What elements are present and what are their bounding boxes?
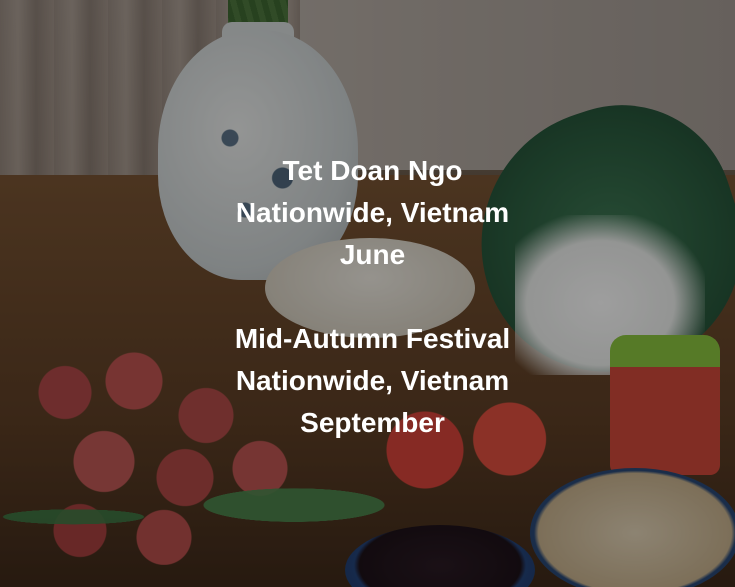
festival-food-photo: Tet Doan Ngo Nationwide, Vietnam June Mi… bbox=[0, 0, 735, 587]
event-month: June bbox=[339, 239, 406, 270]
event-month: September bbox=[300, 407, 445, 438]
event-tet-doan-ngo: Tet Doan Ngo Nationwide, Vietnam June bbox=[0, 150, 735, 276]
event-name: Tet Doan Ngo bbox=[282, 155, 463, 186]
event-mid-autumn-festival: Mid-Autumn Festival Nationwide, Vietnam … bbox=[0, 318, 735, 444]
event-location: Nationwide, Vietnam bbox=[235, 365, 510, 396]
event-name: Mid-Autumn Festival bbox=[234, 323, 511, 354]
event-location: Nationwide, Vietnam bbox=[235, 197, 510, 228]
events-text: Tet Doan Ngo Nationwide, Vietnam June Mi… bbox=[0, 150, 735, 444]
